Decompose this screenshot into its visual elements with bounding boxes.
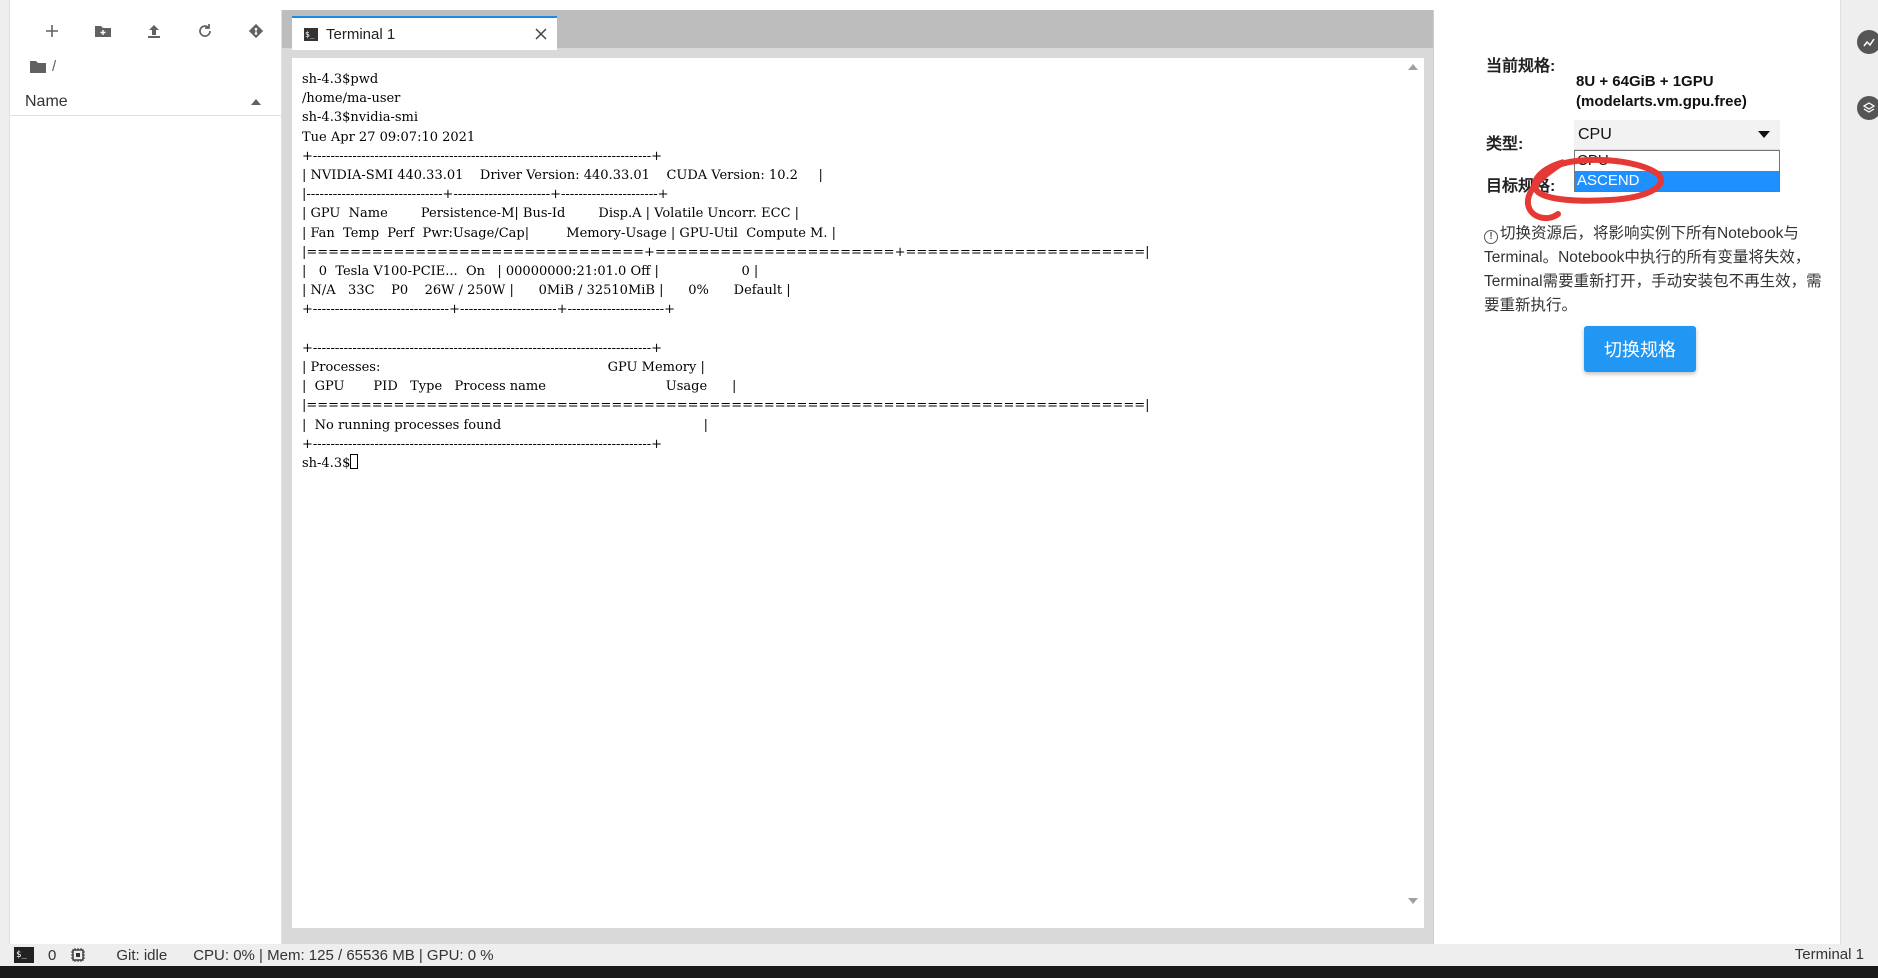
type-option-ascend[interactable]: ASCEND (1575, 171, 1779, 191)
git-status: Git: idle (116, 946, 168, 964)
right-activity-bar (1840, 0, 1878, 944)
switch-warning-note: ! 切换资源后，将影响实例下所有Notebook与Terminal。Noteboo… (1484, 222, 1822, 318)
name-column-label: Name (25, 92, 68, 110)
tab-bar: $_ Terminal 1 (282, 10, 1433, 50)
breadcrumb-root[interactable]: / (52, 58, 56, 75)
warning-text: 切换资源后，将影响实例下所有Notebook与Terminal。Notebook… (1484, 225, 1822, 314)
breadcrumb: / (10, 52, 281, 80)
refresh-icon (198, 24, 211, 37)
spec-switch-panel: 当前规格: 8U + 64GiB + 1GPU (modelarts.vm.gp… (1434, 10, 1840, 944)
terminal-output[interactable]: sh-4.3$pwd/home/ma-user sh-4.3$nvidia-smi… (302, 70, 1402, 920)
scroll-up-arrow[interactable] (1408, 64, 1418, 70)
terminal-line: | Fan Temp Perf Pwr:Usage/Cap| Memory-Us… (302, 225, 837, 241)
terminal-cursor (350, 454, 359, 470)
tab-terminal-1[interactable]: $_ Terminal 1 (292, 16, 557, 50)
terminal-line: +---------------------------------------… (302, 340, 663, 356)
sort-up-icon (251, 98, 261, 105)
terminal-prompt-line: sh-4.3$ (302, 454, 1402, 473)
new-launcher-button[interactable] (26, 15, 77, 47)
terminal-line: |===============================+=======… (302, 244, 1150, 260)
terminal-line: /home/ma-user (302, 91, 401, 107)
tab-label: Terminal 1 (326, 25, 396, 43)
terminal-line: Tue Apr 27 09:07:10 2021 (302, 129, 476, 145)
git-icon (248, 23, 263, 39)
git-clone-button[interactable] (230, 15, 281, 47)
main-dock-area: $_ Terminal 1 sh-4.3$pwd/home/ma-user sh-… (282, 10, 1434, 944)
current-spec-value: 8U + 64GiB + 1GPU (modelarts.vm.gpu.free… (1576, 72, 1747, 112)
active-document: Terminal 1 (1794, 946, 1864, 963)
refresh-button[interactable] (179, 15, 230, 47)
terminal-line: | No running processes found | (302, 417, 709, 433)
bottom-edge (0, 966, 1878, 978)
plus-icon (45, 25, 58, 37)
terminal-line: |=======================================… (302, 398, 1150, 414)
terminal-line: | GPU Name Persistence-M| Bus-Id Disp.A … (302, 206, 800, 222)
terminal-line: sh-4.3$nvidia-smi (302, 110, 419, 126)
terminal-status-icon[interactable]: $_ (14, 947, 34, 963)
current-spec-line2: (modelarts.vm.gpu.free) (1576, 93, 1747, 110)
file-browser: / Name (10, 10, 282, 944)
terminal-line: +-------------------------------+-------… (302, 302, 676, 318)
terminal-icon: $_ (304, 27, 318, 41)
terminal-line: +---------------------------------------… (302, 436, 663, 452)
scroll-down-arrow[interactable] (1408, 898, 1418, 904)
terminal-line: | NVIDIA-SMI 440.33.01 Driver Version: 4… (302, 168, 823, 184)
type-dropdown-list: CPU ASCEND (1574, 150, 1780, 192)
chevron-down-icon (1758, 131, 1770, 138)
left-activity-bar (0, 0, 10, 944)
new-folder-button[interactable] (77, 15, 128, 47)
current-spec-line1: 8U + 64GiB + 1GPU (1576, 73, 1714, 90)
terminal-line: sh-4.3$pwd (302, 72, 379, 87)
target-spec-label: 目标规格: (1486, 178, 1556, 195)
upload-button[interactable] (128, 15, 179, 47)
layers-icon[interactable] (1857, 96, 1878, 120)
terminal-line: | GPU PID Type Process name Usage | (302, 379, 737, 395)
folder-plus-icon (94, 26, 111, 37)
terminal-line: | N/A 33C P0 26W / 250W | 0MiB / 32510Mi… (302, 283, 791, 299)
close-icon[interactable] (535, 28, 547, 40)
file-browser-toolbar (10, 10, 281, 52)
chart-icon[interactable] (1857, 30, 1878, 54)
type-option-cpu[interactable]: CPU (1575, 151, 1779, 171)
window-top-edge (0, 0, 1878, 10)
terminal-count[interactable]: 0 (48, 947, 56, 964)
current-spec-label: 当前规格: (1486, 58, 1556, 75)
terminal-line: | Processes: GPU Memory | (302, 360, 705, 376)
terminal-lines: sh-4.3$pwd/home/ma-user sh-4.3$nvidia-smi… (302, 70, 1402, 454)
switch-spec-button[interactable]: 切换规格 (1584, 326, 1696, 372)
kernel-chip-icon[interactable] (70, 947, 86, 963)
type-select[interactable]: CPU (1574, 120, 1780, 150)
folder-icon[interactable] (30, 60, 46, 73)
name-column-header[interactable]: Name (10, 88, 281, 116)
type-label: 类型: (1486, 136, 1524, 153)
resource-usage: CPU: 0% | Mem: 125 / 65536 MB | GPU: 0 % (193, 946, 494, 964)
status-bar: $_ 0 Git: idle CPU: 0% | Mem: 125 / 6553… (0, 944, 1878, 966)
terminal-line: | 0 Tesla V100-PCIE... On | 00000000:21:… (302, 264, 759, 280)
upload-icon (147, 25, 160, 38)
type-select-value: CPU (1578, 125, 1612, 143)
terminal-container[interactable]: sh-4.3$pwd/home/ma-user sh-4.3$nvidia-smi… (292, 58, 1424, 928)
terminal-prompt: sh-4.3$ (302, 456, 351, 472)
terminal-line: +---------------------------------------… (302, 148, 663, 164)
terminal-line: |-------------------------------+-------… (302, 187, 669, 203)
info-icon: ! (1484, 230, 1498, 244)
